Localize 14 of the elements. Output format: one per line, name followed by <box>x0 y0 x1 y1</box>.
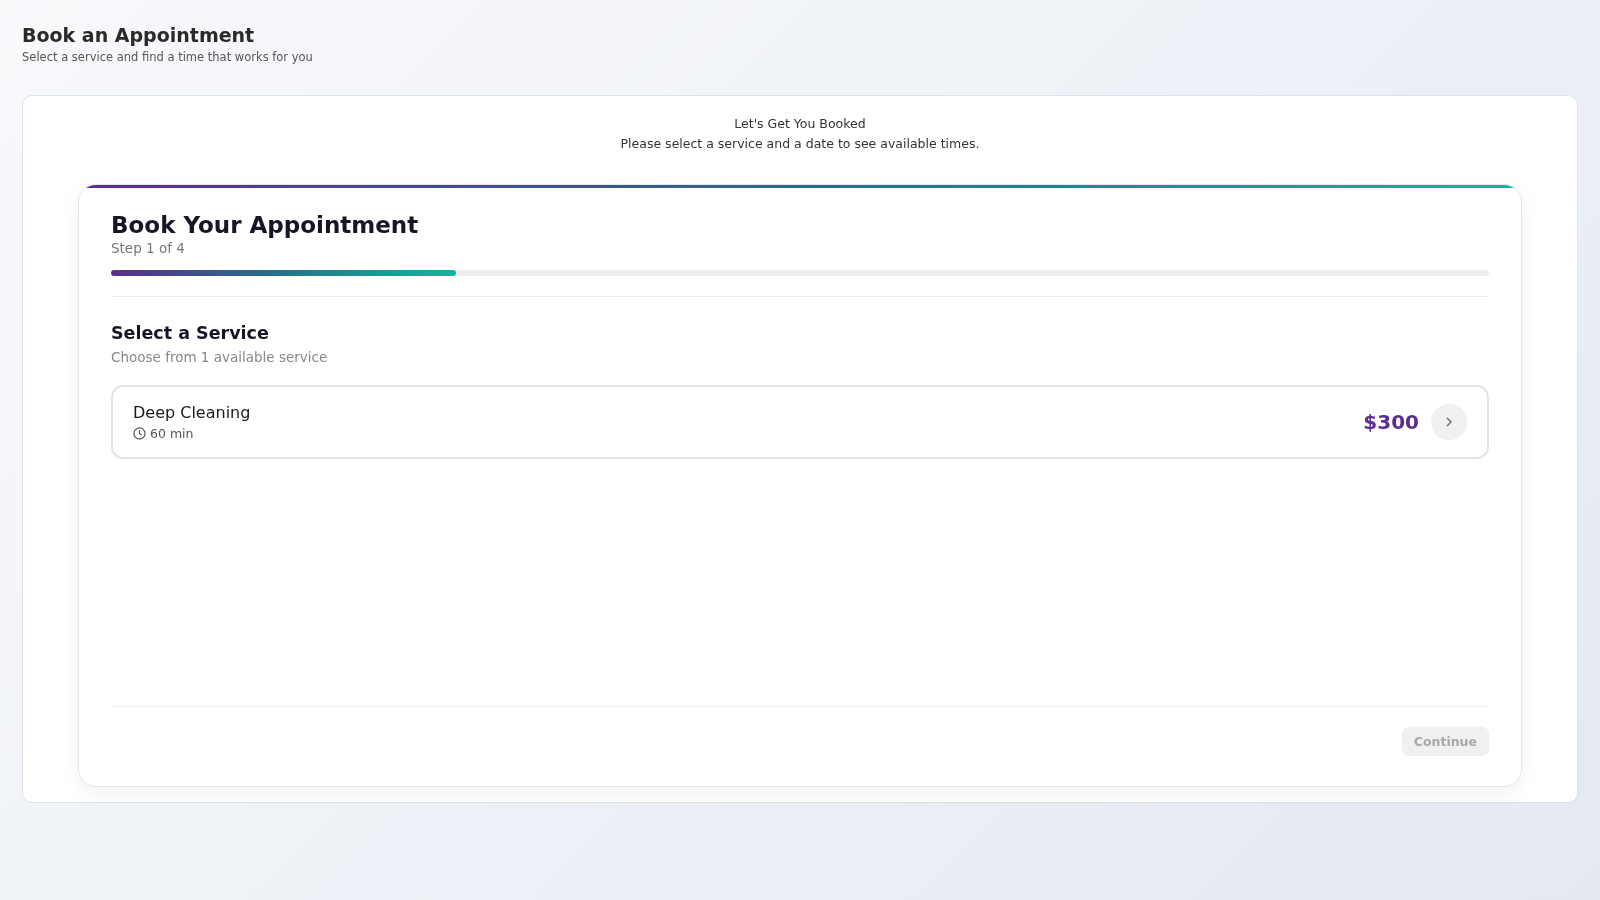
section-subtitle: Choose from 1 available service <box>111 349 328 365</box>
page-title: Book an Appointment <box>22 24 255 46</box>
service-name: Deep Cleaning <box>133 403 251 422</box>
notice-title: Let's Get You Booked <box>734 115 866 133</box>
page-subtitle: Select a service and find a time that works for you <box>22 50 314 64</box>
service-duration: 60 min <box>150 426 194 441</box>
step-indicator: Step 1 of 4 <box>111 240 185 256</box>
chevron-right-icon[interactable] <box>1431 404 1467 440</box>
notice-message: Please select a service and a date to see available times. <box>620 135 980 153</box>
service-price: $300 <box>1363 410 1419 434</box>
clock-icon <box>133 427 146 440</box>
section-title: Select a Service <box>111 323 269 343</box>
service-option[interactable]: Deep Cleaning 60 min $300 <box>111 385 1489 459</box>
wizard-title: Book Your Appointment <box>111 212 419 238</box>
